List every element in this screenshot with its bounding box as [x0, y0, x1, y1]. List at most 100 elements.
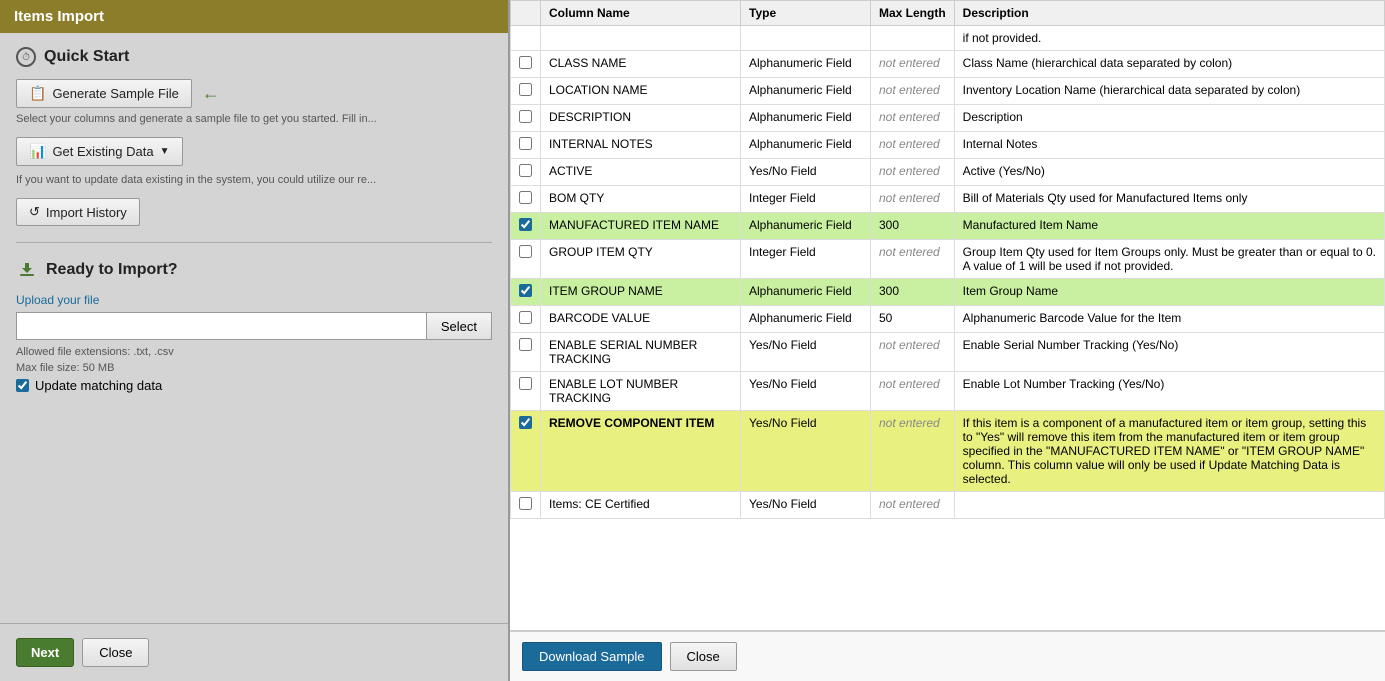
row-type-cell: Alphanumeric Field [741, 132, 871, 159]
row-type-cell: Yes/No Field [741, 372, 871, 411]
table-row: MANUFACTURED ITEM NAMEAlphanumeric Field… [511, 213, 1385, 240]
row-check-cell [511, 240, 541, 279]
table-header-1: Column Name [541, 1, 741, 26]
row-desc-cell: Class Name (hierarchical data separated … [954, 51, 1384, 78]
row-desc-cell: Enable Serial Number Tracking (Yes/No) [954, 333, 1384, 372]
row-checkbox[interactable] [519, 416, 532, 429]
row-type-cell: Alphanumeric Field [741, 78, 871, 105]
row-name-cell: ACTIVE [541, 159, 741, 186]
row-desc-cell: Active (Yes/No) [954, 159, 1384, 186]
row-type-cell: Alphanumeric Field [741, 213, 871, 240]
row-desc-cell: Description [954, 105, 1384, 132]
file-extensions-info: Allowed file extensions: .txt, .csv [16, 346, 492, 358]
row-name-cell: ENABLE LOT NUMBER TRACKING [541, 372, 741, 411]
file-upload-input[interactable] [16, 312, 427, 340]
row-checkbox[interactable] [519, 311, 532, 324]
upload-label: Upload your file [16, 293, 492, 307]
row-type-cell: Integer Field [741, 186, 871, 213]
row-checkbox[interactable] [519, 56, 532, 69]
row-check-cell [511, 26, 541, 51]
row-checkbox[interactable] [519, 164, 532, 177]
row-type-cell: Yes/No Field [741, 159, 871, 186]
row-desc-cell: Internal Notes [954, 132, 1384, 159]
row-checkbox[interactable] [519, 83, 532, 96]
upload-row: Select [16, 312, 492, 340]
download-sample-label: Download Sample [539, 649, 645, 664]
row-checkbox[interactable] [519, 377, 532, 390]
row-checkbox[interactable] [519, 218, 532, 231]
row-maxlen-cell: not entered [871, 333, 955, 372]
import-history-label: Import History [46, 205, 127, 220]
row-name-cell: BOM QTY [541, 186, 741, 213]
ready-title: Ready to Import? [46, 261, 178, 279]
download-sample-button[interactable]: Download Sample [522, 642, 662, 671]
row-type-cell: Alphanumeric Field [741, 279, 871, 306]
table-row: BARCODE VALUEAlphanumeric Field50Alphanu… [511, 306, 1385, 333]
row-checkbox[interactable] [519, 110, 532, 123]
row-check-cell [511, 333, 541, 372]
row-maxlen-cell [871, 26, 955, 51]
row-checkbox[interactable] [519, 245, 532, 258]
row-name-cell: REMOVE COMPONENT ITEM [541, 411, 741, 492]
row-desc-cell: Item Group Name [954, 279, 1384, 306]
close-btn-label: Close [99, 645, 132, 660]
row-maxlen-cell: 300 [871, 213, 955, 240]
row-name-cell: CLASS NAME [541, 51, 741, 78]
table-row: GROUP ITEM QTYInteger Fieldnot enteredGr… [511, 240, 1385, 279]
update-matching-checkbox[interactable] [16, 379, 29, 392]
row-maxlen-cell: not entered [871, 411, 955, 492]
generate-btn-label: Generate Sample File [52, 86, 178, 101]
chart-icon: 📊 [29, 143, 46, 160]
row-name-cell: LOCATION NAME [541, 78, 741, 105]
row-maxlen-cell: not entered [871, 492, 955, 519]
row-desc-cell: Manufactured Item Name [954, 213, 1384, 240]
row-name-cell [541, 26, 741, 51]
import-history-button[interactable]: ↺ Import History [16, 198, 140, 226]
get-existing-data-button[interactable]: 📊 Get Existing Data ▼ [16, 137, 183, 166]
history-icon: ↺ [29, 204, 40, 220]
row-check-cell [511, 492, 541, 519]
row-name-cell: BARCODE VALUE [541, 306, 741, 333]
row-checkbox[interactable] [519, 284, 532, 297]
row-maxlen-cell: 300 [871, 279, 955, 306]
table-row: CLASS NAMEAlphanumeric Fieldnot enteredC… [511, 51, 1385, 78]
generate-sample-button[interactable]: 📋 Generate Sample File [16, 79, 192, 108]
row-name-cell: ITEM GROUP NAME [541, 279, 741, 306]
table-row: REMOVE COMPONENT ITEMYes/No Fieldnot ent… [511, 411, 1385, 492]
table-row: ENABLE SERIAL NUMBER TRACKINGYes/No Fiel… [511, 333, 1385, 372]
select-file-button[interactable]: Select [427, 312, 492, 340]
row-checkbox[interactable] [519, 137, 532, 150]
row-check-cell [511, 372, 541, 411]
dropdown-arrow-icon: ▼ [160, 146, 170, 157]
row-maxlen-cell: not entered [871, 240, 955, 279]
quick-start-header: ⏱ Quick Start [16, 47, 492, 67]
row-checkbox[interactable] [519, 191, 532, 204]
row-name-cell: INTERNAL NOTES [541, 132, 741, 159]
update-matching-label: Update matching data [35, 378, 162, 393]
table-row: INTERNAL NOTESAlphanumeric Fieldnot ente… [511, 132, 1385, 159]
table-row: ACTIVEYes/No Fieldnot enteredActive (Yes… [511, 159, 1385, 186]
row-type-cell: Alphanumeric Field [741, 51, 871, 78]
row-maxlen-cell: not entered [871, 78, 955, 105]
right-panel: Column NameTypeMax LengthDescriptionif n… [510, 0, 1385, 681]
close-button[interactable]: Close [82, 638, 149, 667]
table-header-3: Max Length [871, 1, 955, 26]
generate-row: 📋 Generate Sample File ← [16, 79, 492, 108]
table-row: Items: CE CertifiedYes/No Fieldnot enter… [511, 492, 1385, 519]
left-panel: Items Import ⏱ Quick Start 📋 Generate Sa… [0, 0, 510, 681]
ready-header: Ready to Import? [16, 259, 492, 281]
panel-content: ⏱ Quick Start 📋 Generate Sample File ← S… [0, 33, 508, 623]
table-footer: Download Sample Close [510, 630, 1385, 681]
table-header-2: Type [741, 1, 871, 26]
row-checkbox[interactable] [519, 338, 532, 351]
table-wrapper[interactable]: Column NameTypeMax LengthDescriptionif n… [510, 0, 1385, 630]
get-existing-hint: If you want to update data existing in t… [16, 174, 492, 186]
row-type-cell: Yes/No Field [741, 411, 871, 492]
row-check-cell [511, 51, 541, 78]
row-type-cell [741, 26, 871, 51]
footer-close-button[interactable]: Close [670, 642, 737, 671]
row-maxlen-cell: 50 [871, 306, 955, 333]
get-existing-btn-label: Get Existing Data [52, 144, 153, 159]
next-button[interactable]: Next [16, 638, 74, 667]
row-checkbox[interactable] [519, 497, 532, 510]
